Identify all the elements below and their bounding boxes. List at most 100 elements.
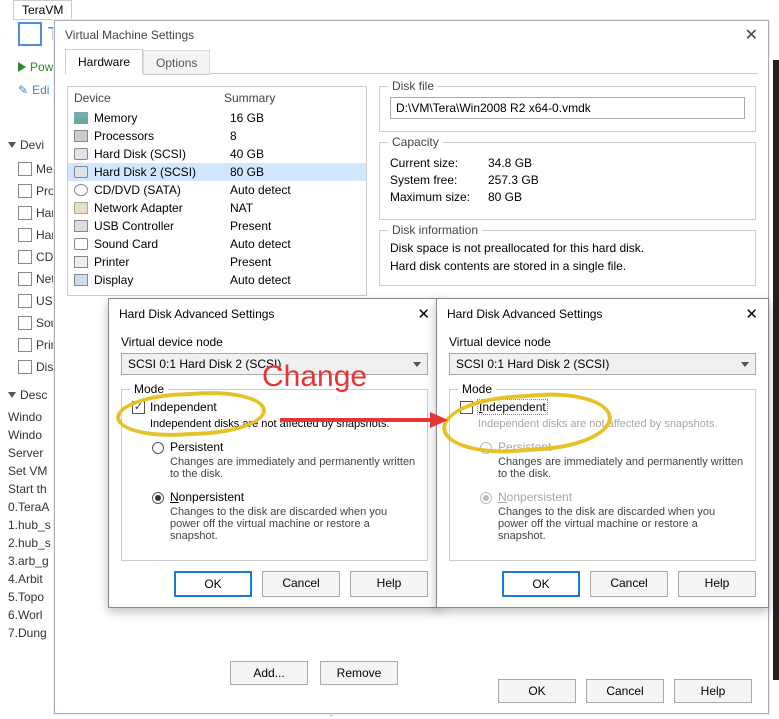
bg-desc-line: 0.TeraA xyxy=(8,498,51,516)
nonpersistent-radio[interactable] xyxy=(152,492,164,504)
sub-cancel-button[interactable]: Cancel xyxy=(262,571,340,597)
hd-advanced-dialog-right: Hard Disk Advanced Settings ✕ Virtual de… xyxy=(436,298,769,608)
close-icon[interactable]: ✕ xyxy=(745,25,758,45)
sub-help-button[interactable]: Help xyxy=(350,571,428,597)
device-row[interactable]: CD/DVD (SATA)Auto detect xyxy=(68,181,366,199)
persistent-label: Persistent xyxy=(170,440,223,454)
nonpersistent-radio xyxy=(480,492,492,504)
device-icon xyxy=(74,202,88,214)
vdn-label: Virtual device node xyxy=(121,335,428,349)
nonpersistent-desc: Changes to the disk are discarded when y… xyxy=(498,506,745,542)
independent-checkbox[interactable] xyxy=(460,401,473,414)
sub-ok-button[interactable]: OK xyxy=(174,571,252,597)
bg-desc-line: 3.arb_g xyxy=(8,552,51,570)
bg-desc-line: 1.hub_s xyxy=(8,516,51,534)
independent-checkbox[interactable] xyxy=(132,401,145,414)
annotation-arrow xyxy=(280,408,450,432)
device-row[interactable]: DisplayAuto detect xyxy=(68,271,366,289)
sub-ok-button[interactable]: OK xyxy=(502,571,580,597)
device-summary: 80 GB xyxy=(230,165,264,179)
bg-desc-line: Windo xyxy=(8,426,51,444)
annotation-text: Change xyxy=(262,360,367,394)
persistent-radio xyxy=(480,442,492,454)
bg-desc-line: Windo xyxy=(8,408,51,426)
dialog-title: Virtual Machine Settings xyxy=(65,28,194,42)
device-icon xyxy=(74,130,88,142)
independent-label: Independent xyxy=(478,400,547,414)
main-ok-button[interactable]: OK xyxy=(498,679,576,703)
nonpersistent-label: Nonpersistent xyxy=(170,490,244,504)
persistent-desc: Changes are immediately and permanently … xyxy=(170,456,417,480)
main-help-button[interactable]: Help xyxy=(674,679,752,703)
bg-devices-header: Devi xyxy=(8,138,44,152)
bg-power-link[interactable]: Pow xyxy=(18,60,53,74)
bg-desc-line: Server xyxy=(8,444,51,462)
close-icon[interactable]: ✕ xyxy=(745,305,758,323)
bg-desc-line: Start th xyxy=(8,480,51,498)
chevron-down-icon xyxy=(413,362,421,367)
bg-edit-link[interactable]: ✎Edi xyxy=(18,83,49,97)
tab-options[interactable]: Options xyxy=(143,50,210,75)
mode-title: Mode xyxy=(458,382,496,396)
device-row[interactable]: Sound Card Auto detect xyxy=(68,235,366,253)
independent-desc: Independent disks are not affected by sn… xyxy=(478,418,745,430)
persistent-radio[interactable] xyxy=(152,442,164,454)
sub-help-button[interactable]: Help xyxy=(678,571,756,597)
bg-desc-line: Set VM xyxy=(8,462,51,480)
device-icon xyxy=(74,238,88,250)
device-summary: 16 GB xyxy=(230,111,264,125)
bg-tab: TeraVM xyxy=(13,0,72,20)
bg-desc-line: 6.Worl xyxy=(8,606,51,624)
diskfile-title: Disk file xyxy=(388,79,438,93)
tab-hardware[interactable]: Hardware xyxy=(65,49,143,74)
hd-advanced-dialog-left: Hard Disk Advanced Settings ✕ Virtual de… xyxy=(108,298,441,608)
device-name: Sound Card xyxy=(94,237,224,251)
device-row[interactable]: Processors 8 xyxy=(68,127,366,145)
device-icon xyxy=(74,256,88,268)
add-button[interactable]: Add... xyxy=(230,661,308,685)
bg-desc-list: WindoWindoServerSet VMStart th0.TeraA1.h… xyxy=(8,408,51,642)
nonpersistent-label: Nonpersistent xyxy=(498,490,572,504)
device-row[interactable]: Hard Disk (SCSI)40 GB xyxy=(68,145,366,163)
bg-desc-line: 4.Arbit xyxy=(8,570,51,588)
device-name: Memory xyxy=(94,111,224,125)
independent-label: Independent xyxy=(150,400,217,414)
bg-desc-line: 2.hub_s xyxy=(8,534,51,552)
subdialog-title: Hard Disk Advanced Settings xyxy=(119,307,274,321)
device-row[interactable]: Printer Present xyxy=(68,253,366,271)
main-cancel-button[interactable]: Cancel xyxy=(586,679,664,703)
device-summary: 8 xyxy=(230,129,237,143)
device-summary: Auto detect xyxy=(230,183,291,197)
col-summary: Summary xyxy=(224,91,275,105)
device-icon xyxy=(74,148,88,160)
device-summary: Auto detect xyxy=(230,273,291,287)
device-summary: NAT xyxy=(230,201,253,215)
device-row[interactable]: Network Adapter NAT xyxy=(68,199,366,217)
device-name: Processors xyxy=(94,129,224,143)
capacity-row: Current size:34.8 GB xyxy=(390,156,745,170)
device-summary: Auto detect xyxy=(230,237,291,251)
close-icon[interactable]: ✕ xyxy=(417,305,430,323)
device-row[interactable]: Hard Disk 2 (SCSI)80 GB xyxy=(68,163,366,181)
device-summary: Present xyxy=(230,255,271,269)
sub-cancel-button[interactable]: Cancel xyxy=(590,571,668,597)
remove-button[interactable]: Remove xyxy=(320,661,398,685)
vdn-label: Virtual device node xyxy=(449,335,756,349)
device-row[interactable]: Memory 16 GB xyxy=(68,109,366,127)
nonpersistent-desc: Changes to the disk are discarded when y… xyxy=(170,506,417,542)
vdn-combo[interactable]: SCSI 0:1 Hard Disk 2 (SCSI) xyxy=(449,353,756,375)
device-icon xyxy=(74,112,88,124)
diskinfo-line: Hard disk contents are stored in a singl… xyxy=(390,259,745,273)
play-icon xyxy=(18,62,26,72)
device-panel: DeviceSummary Memory16 GBProcessors8Hard… xyxy=(67,86,367,296)
chevron-down-icon xyxy=(741,362,749,367)
diskinfo-line: Disk space is not preallocated for this … xyxy=(390,241,745,255)
bg-desc-header: Desc xyxy=(8,388,47,402)
device-name: Printer xyxy=(94,255,224,269)
disk-file-input[interactable] xyxy=(390,97,745,119)
device-name: Network Adapter xyxy=(94,201,224,215)
device-row[interactable]: USB ControllerPresent xyxy=(68,217,366,235)
capacity-title: Capacity xyxy=(388,135,443,149)
mode-title: Mode xyxy=(130,382,168,396)
device-summary: 40 GB xyxy=(230,147,264,161)
